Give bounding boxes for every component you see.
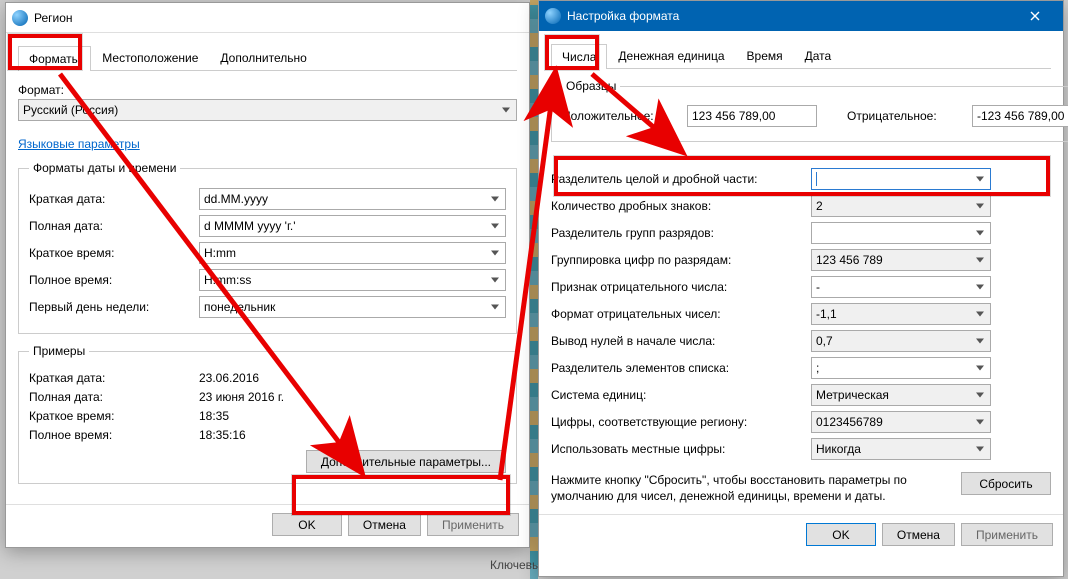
region-dialog: Регион Форматы Местоположение Дополнител…	[5, 2, 530, 548]
long-date-combo[interactable]: d MMMM yyyy 'г.'	[199, 215, 506, 237]
region-cancel-button[interactable]: Отмена	[348, 513, 421, 536]
background-strip	[530, 0, 538, 579]
neg-fmt-combo[interactable]: -1,1	[811, 303, 991, 325]
region-app-icon	[12, 10, 28, 26]
long-time-combo[interactable]: H:mm:ss	[199, 269, 506, 291]
ex-long-time-l: Полное время:	[29, 428, 199, 442]
format-title: Настройка формата	[567, 9, 679, 23]
close-icon	[1030, 11, 1040, 21]
tab-date[interactable]: Дата	[794, 43, 843, 68]
ex-long-date-v: 23 июня 2016 г.	[199, 390, 506, 404]
group-sep-combo[interactable]	[811, 222, 991, 244]
examples-group: Примеры Краткая дата: 23.06.2016 Полная …	[18, 344, 517, 484]
format-button-row: OK Отмена Применить	[539, 514, 1063, 554]
group-sep-label: Разделитель групп разрядов:	[551, 226, 811, 240]
use-native-label: Использовать местные цифры:	[551, 442, 811, 456]
short-time-label: Краткое время:	[29, 246, 199, 260]
decimals-label: Количество дробных знаков:	[551, 199, 811, 213]
negative-sample: -123 456 789,00	[972, 105, 1068, 127]
long-date-label: Полная дата:	[29, 219, 199, 233]
list-sep-combo[interactable]: ;	[811, 357, 991, 379]
list-sep-label: Разделитель элементов списка:	[551, 361, 811, 375]
measure-combo[interactable]: Метрическая	[811, 384, 991, 406]
decimals-combo[interactable]: 2	[811, 195, 991, 217]
native-digits-label: Цифры, соответствующие региону:	[551, 415, 811, 429]
tab-advanced[interactable]: Дополнительно	[209, 45, 317, 70]
format-content: Числа Денежная единица Время Дата Образц…	[539, 31, 1063, 514]
region-title: Регион	[34, 11, 73, 25]
format-label: Формат:	[18, 83, 517, 97]
examples-legend: Примеры	[29, 344, 89, 358]
close-button[interactable]	[1012, 2, 1057, 30]
format-cancel-button[interactable]: Отмена	[882, 523, 955, 546]
tab-location[interactable]: Местоположение	[91, 45, 209, 70]
first-dow-label: Первый день недели:	[29, 300, 199, 314]
lead-zero-label: Вывод нулей в начале числа:	[551, 334, 811, 348]
additional-settings-button[interactable]: Дополнительные параметры...	[306, 450, 506, 473]
negative-label: Отрицательное:	[847, 109, 962, 123]
ex-short-time-l: Краткое время:	[29, 409, 199, 423]
reset-button[interactable]: Сбросить	[961, 472, 1051, 495]
samples-group: Образцы Положительное: 123 456 789,00 От…	[551, 79, 1068, 142]
datetime-formats-legend: Форматы даты и времени	[29, 161, 180, 175]
neg-sign-combo[interactable]: -	[811, 276, 991, 298]
native-digits-combo[interactable]: 0123456789	[811, 411, 991, 433]
ex-long-time-v: 18:35:16	[199, 428, 506, 442]
neg-fmt-label: Формат отрицательных чисел:	[551, 307, 811, 321]
stray-text: Ключевы	[490, 558, 541, 572]
format-app-icon	[545, 8, 561, 24]
tab-time[interactable]: Время	[736, 43, 794, 68]
text-caret	[816, 172, 817, 186]
region-content: Форматы Местоположение Дополнительно Фор…	[6, 33, 529, 504]
tab-formats[interactable]: Форматы	[18, 46, 91, 71]
format-apply-button[interactable]: Применить	[961, 523, 1053, 546]
datetime-formats-group: Форматы даты и времени Краткая дата: dd.…	[18, 161, 517, 334]
positive-sample: 123 456 789,00	[687, 105, 817, 127]
measure-label: Система единиц:	[551, 388, 811, 402]
lead-zero-combo[interactable]: 0,7	[811, 330, 991, 352]
region-titlebar[interactable]: Регион	[6, 3, 529, 33]
region-button-row: OK Отмена Применить	[6, 504, 529, 544]
format-dialog: Настройка формата Числа Денежная единица…	[538, 0, 1064, 577]
samples-legend: Образцы	[562, 79, 620, 93]
language-preferences-link[interactable]: Языковые параметры	[18, 137, 140, 151]
decimal-sep-combo[interactable]	[811, 168, 991, 190]
format-titlebar[interactable]: Настройка формата	[539, 1, 1063, 31]
ex-short-time-v: 18:35	[199, 409, 506, 423]
neg-sign-label: Признак отрицательного числа:	[551, 280, 811, 294]
decimal-sep-label: Разделитель целой и дробной части:	[551, 172, 811, 186]
tab-numbers[interactable]: Числа	[551, 44, 607, 69]
short-time-combo[interactable]: H:mm	[199, 242, 506, 264]
short-date-label: Краткая дата:	[29, 192, 199, 206]
positive-label: Положительное:	[562, 109, 677, 123]
use-native-combo[interactable]: Никогда	[811, 438, 991, 460]
long-time-label: Полное время:	[29, 273, 199, 287]
ex-short-date-v: 23.06.2016	[199, 371, 506, 385]
region-ok-button[interactable]: OK	[272, 513, 342, 536]
format-combo[interactable]: Русский (Россия)	[18, 99, 517, 121]
short-date-combo[interactable]: dd.MM.yyyy	[199, 188, 506, 210]
format-tabs: Числа Денежная единица Время Дата	[551, 43, 1051, 69]
grouping-combo[interactable]: 123 456 789	[811, 249, 991, 271]
format-ok-button[interactable]: OK	[806, 523, 876, 546]
tab-currency[interactable]: Денежная единица	[607, 43, 735, 68]
reset-hint-text: Нажмите кнопку "Сбросить", чтобы восстан…	[551, 472, 945, 504]
first-dow-combo[interactable]: понедельник	[199, 296, 506, 318]
ex-short-date-l: Краткая дата:	[29, 371, 199, 385]
format-value: Русский (Россия)	[23, 103, 118, 117]
region-apply-button[interactable]: Применить	[427, 513, 519, 536]
grouping-label: Группировка цифр по разрядам:	[551, 253, 811, 267]
region-tabs: Форматы Местоположение Дополнительно	[18, 45, 517, 71]
ex-long-date-l: Полная дата:	[29, 390, 199, 404]
